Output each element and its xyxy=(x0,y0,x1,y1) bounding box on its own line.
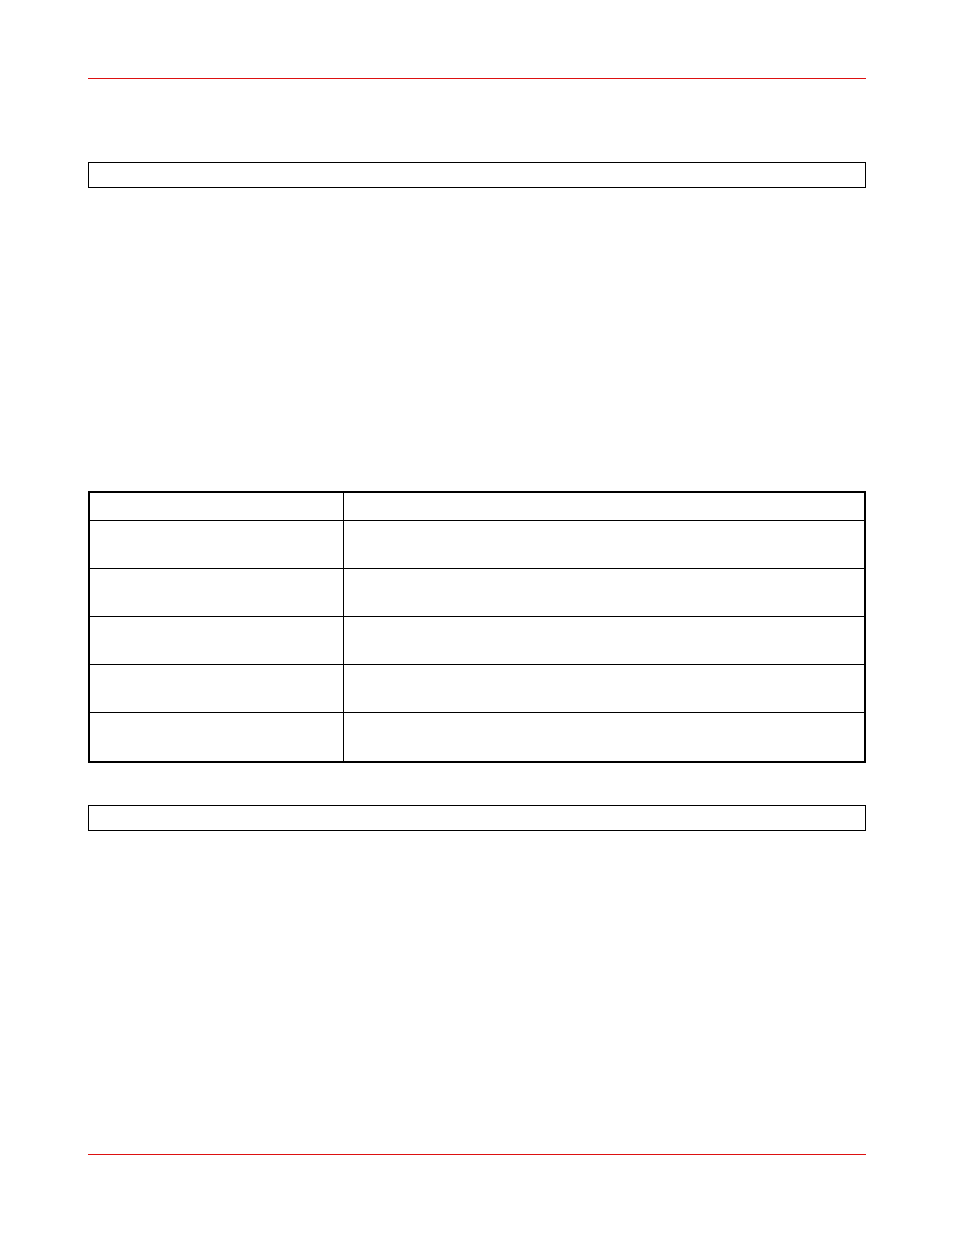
table-cell-left xyxy=(90,617,344,664)
table-cell-right xyxy=(344,713,864,761)
note-box-2 xyxy=(88,805,866,831)
note-box-1 xyxy=(88,162,866,188)
page xyxy=(0,0,954,1235)
table-cell-right xyxy=(344,569,864,616)
data-table xyxy=(88,491,866,763)
table-header-row xyxy=(90,493,864,521)
table-cell-right xyxy=(344,521,864,568)
top-rule xyxy=(88,78,866,79)
table-header-left xyxy=(90,493,344,520)
table-row xyxy=(90,521,864,569)
table-cell-right xyxy=(344,665,864,712)
table-cell-left xyxy=(90,713,344,761)
table-cell-left xyxy=(90,569,344,616)
table-cell-right xyxy=(344,617,864,664)
table-row xyxy=(90,617,864,665)
table-row xyxy=(90,713,864,761)
table-header-right xyxy=(344,493,864,520)
table-row xyxy=(90,569,864,617)
table-cell-left xyxy=(90,521,344,568)
table-row xyxy=(90,665,864,713)
table-cell-left xyxy=(90,665,344,712)
bottom-rule xyxy=(88,1154,866,1155)
